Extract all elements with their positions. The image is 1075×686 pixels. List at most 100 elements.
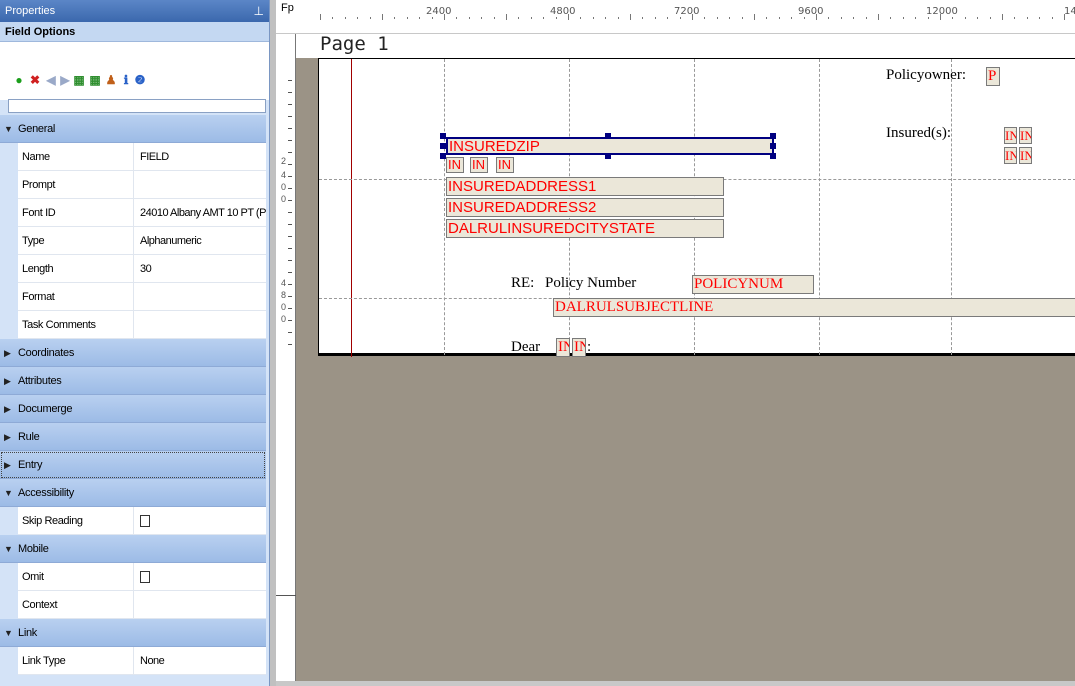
move-up-icon[interactable]: ▦: [72, 73, 86, 87]
pin-icon[interactable]: ⊥: [254, 3, 264, 19]
properties-panel: Properties ⊥ Field Options ● ✖ ◀ ▶ ▦ ▦ ♟…: [0, 0, 270, 686]
ruler-tick: [320, 14, 321, 20]
insured-name-field[interactable]: IN: [496, 157, 514, 173]
ruler-mark: [288, 296, 292, 297]
ruler-mark: [288, 164, 292, 165]
ruler-tick: [444, 14, 445, 20]
property-row-length[interactable]: Length 30: [0, 255, 266, 283]
property-name: Font ID: [22, 199, 134, 227]
filter-input[interactable]: [8, 99, 266, 113]
property-row-type[interactable]: Type Alphanumeric: [0, 227, 266, 255]
omit-checkbox[interactable]: [140, 571, 150, 583]
ruler-tick: [592, 17, 594, 19]
property-row-task-comments[interactable]: Task Comments: [0, 311, 266, 339]
property-value[interactable]: 30: [140, 255, 266, 283]
property-name: Context: [22, 591, 134, 619]
ruler-tick: [791, 17, 793, 19]
category-general[interactable]: ▼ General: [0, 115, 266, 143]
property-grid: ▼ General Name FIELD Prompt Font ID 24010 A…: [0, 115, 266, 675]
insuredaddress2-field[interactable]: INSUREDADDRESS2: [446, 198, 724, 217]
resize-handle[interactable]: [605, 133, 611, 139]
ruler-tick: [1051, 17, 1053, 19]
insured-name-field[interactable]: IN: [470, 157, 488, 173]
expand-icon: ▶: [4, 376, 11, 386]
move-down-icon[interactable]: ▦: [88, 73, 102, 87]
property-name: Link Type: [22, 647, 134, 675]
insured-name-field[interactable]: IN: [446, 157, 464, 173]
resize-handle[interactable]: [605, 153, 611, 159]
property-value[interactable]: Alphanumeric: [140, 227, 266, 255]
insured-field[interactable]: IN: [1019, 147, 1032, 164]
subjectline-field[interactable]: DALRULSUBJECTLINE: [553, 298, 1075, 317]
info-icon[interactable]: ℹ: [119, 73, 133, 87]
insured-field[interactable]: IN: [1004, 147, 1017, 164]
category-attributes[interactable]: ▶ Attributes: [0, 367, 266, 395]
ruler-tick: [840, 17, 842, 19]
ruler-tick: [642, 17, 644, 19]
category-coordinates[interactable]: ▶ Coordinates: [0, 339, 266, 367]
prev-icon[interactable]: ◀: [44, 73, 58, 87]
ruler-tick: [902, 17, 904, 19]
property-value[interactable]: 24010 Albany AMT 10 PT (PCL AFP: [140, 199, 266, 227]
dear-field[interactable]: IN: [572, 338, 586, 357]
resize-handle[interactable]: [440, 133, 446, 139]
resize-handle[interactable]: [440, 143, 446, 149]
ruler-mark: [288, 272, 292, 273]
ruler-digit: 0: [281, 182, 287, 192]
person-icon[interactable]: ♟: [104, 73, 118, 87]
category-rule[interactable]: ▶ Rule: [0, 423, 266, 451]
property-row-context[interactable]: Context: [0, 591, 266, 619]
insured-field[interactable]: IN: [1004, 127, 1017, 144]
margin-line: [351, 59, 352, 357]
property-value[interactable]: FIELD: [140, 143, 266, 171]
resize-handle[interactable]: [770, 133, 776, 139]
ruler-mark: [288, 104, 292, 105]
ruler-digit: 4: [281, 170, 287, 180]
category-label: Coordinates: [18, 347, 75, 359]
ruler-mark: [288, 224, 292, 225]
property-row-font-id[interactable]: Font ID24010 Albany AMT 10 PT (PCL AFP: [0, 199, 266, 227]
help-icon[interactable]: ❷: [133, 73, 147, 87]
property-row-prompt[interactable]: Prompt: [0, 171, 266, 199]
ruler-tick: [382, 14, 383, 20]
next-icon[interactable]: ▶: [58, 73, 72, 87]
category-label: Attributes: [18, 375, 62, 387]
ruler-tick: [605, 17, 607, 19]
ruler-tick: [357, 17, 359, 19]
ruler-tick: [394, 17, 396, 19]
policyowner-field[interactable]: P: [986, 67, 1000, 86]
delete-icon[interactable]: ✖: [28, 73, 42, 87]
category-label: Link: [18, 627, 37, 639]
page-canvas[interactable]: Policyowner: P Insured(s): IN IN IN IN I…: [318, 58, 1075, 357]
ruler-number: 7200: [674, 6, 700, 17]
property-row-skip-reading[interactable]: Skip Reading: [0, 507, 266, 535]
insuredaddress1-field[interactable]: INSUREDADDRESS1: [446, 177, 724, 196]
property-row-omit[interactable]: Omit: [0, 563, 266, 591]
skip-reading-checkbox[interactable]: [140, 515, 150, 527]
resize-handle[interactable]: [770, 143, 776, 149]
policynum-field[interactable]: POLICYNUM: [692, 275, 814, 294]
page-header: Page 1: [296, 33, 1075, 58]
property-value[interactable]: None: [140, 647, 266, 675]
add-icon[interactable]: ●: [12, 73, 26, 87]
citystate-field[interactable]: DALRULINSUREDCITYSTATE: [446, 219, 724, 238]
ruler-tick: [431, 17, 433, 19]
ruler-tick: [778, 17, 780, 19]
ruler-tick: [555, 17, 557, 19]
category-mobile[interactable]: ▼ Mobile: [0, 535, 266, 563]
category-documerge[interactable]: ▶ Documerge: [0, 395, 266, 423]
category-accessibility[interactable]: ▼ Accessibility: [0, 479, 266, 507]
insured-field[interactable]: IN: [1019, 127, 1032, 144]
property-row-format[interactable]: Format: [0, 283, 266, 311]
ruler-mark: [288, 116, 292, 117]
ruler-tick: [506, 14, 507, 20]
category-link[interactable]: ▼ Link: [0, 619, 266, 647]
dear-field[interactable]: IN: [556, 338, 570, 357]
designer-scrollbar[interactable]: [276, 681, 1075, 686]
property-row-link-type[interactable]: Link Type None: [0, 647, 266, 675]
resize-handle[interactable]: [770, 153, 776, 159]
ruler-mark: [288, 152, 292, 153]
property-row-name[interactable]: Name FIELD: [0, 143, 266, 171]
category-entry[interactable]: ▶ Entry: [0, 451, 266, 479]
properties-title: Properties: [5, 5, 56, 17]
